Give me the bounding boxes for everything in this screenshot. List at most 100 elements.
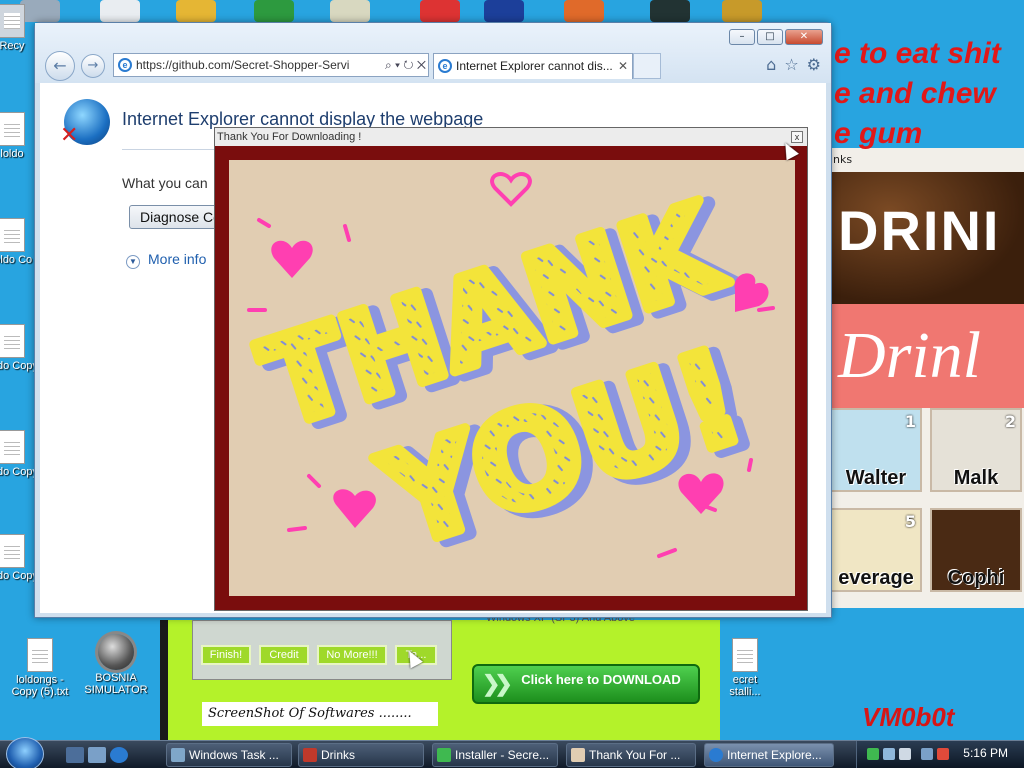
close-icon[interactable]: x [791,131,803,143]
address-controls[interactable]: ⌕ ▾ ↻ ✕ [380,54,426,76]
no-more-button[interactable]: No More!!! [317,645,387,665]
download-button[interactable]: ❯❯ Click here to DOWNLOAD [472,664,700,704]
ie-logo-icon: e [118,58,132,72]
maximize-button[interactable]: □ [757,29,783,45]
desktop-icon[interactable] [420,0,460,22]
task-manager-icon [171,748,185,762]
tab-title: Internet Explorer cannot dis... [456,59,613,73]
start-orb-button[interactable] [6,737,44,768]
drink-tile[interactable]: Cophi [930,508,1022,592]
red-text-line: e and chew [834,77,996,110]
clock[interactable]: 5:16 PM [963,746,1008,760]
desktop-icon[interactable] [254,0,294,22]
volume-muted-icon[interactable] [937,748,949,760]
taskbar-item[interactable]: Thank You For ... [566,743,696,767]
tile-number: 2 [1004,412,1016,431]
signature-text: VM0b0t [862,702,955,732]
coffee-banner: DRINI [832,172,1024,304]
desktop-icon[interactable] [722,0,762,22]
red-text-line: e to eat shit [834,37,1001,70]
drink-tile[interactable]: 2 Malk [930,408,1022,492]
pink-banner-text: Drinl [838,319,982,392]
thank-you-window[interactable]: Thank You For Downloading ! x THANK THAN… [214,127,808,611]
desktop-icon-label: loldongs - Copy (5).txt [11,674,69,698]
gear-icon[interactable]: ⚙ [807,55,821,74]
address-bar[interactable]: e https://github.com/Secret-Shopper-Serv… [113,53,429,77]
tile-label: Malk [953,467,999,489]
minimize-button[interactable]: – [729,29,755,45]
tile-number: 1 [904,412,916,431]
desktop-icon[interactable] [176,0,216,22]
heart-icon [271,240,313,278]
desktop-icon[interactable] [650,0,690,22]
desktop-icon[interactable] [484,0,524,22]
network-icon[interactable] [921,748,933,760]
switch-windows-icon[interactable] [88,747,106,763]
drinks-icon [303,748,317,762]
new-tab-button[interactable] [633,53,661,79]
download-label: Click here to DOWNLOAD [521,672,681,687]
popup-title: Thank You For Downloading ! [217,131,362,143]
back-arrow-icon[interactable]: ← [45,51,75,81]
window-controls: – □ ✕ [729,29,823,45]
ie-quicklaunch-icon[interactable] [110,747,128,763]
drinks-window[interactable]: inks DRINI Drinl 1 Walter 2 Malk 5 everage … [826,148,1024,608]
what-you-can-text: What you can [122,175,208,191]
installer-icon [437,748,451,762]
thank-you-svg: THANK THANK YOU! YOU! [242,172,777,588]
desktop-icon-label: Recy [0,40,25,52]
taskbar-item-label: Thank You For ... [589,748,681,762]
more-info-link[interactable]: ▼ More info [126,251,206,269]
show-desktop-icon[interactable] [66,747,84,763]
close-button[interactable]: ✕ [785,29,823,45]
tile-label: everage [838,567,914,589]
chevron-down-icon: ▼ [126,255,140,269]
ie-icon [709,748,723,762]
tab-active[interactable]: e Internet Explorer cannot dis... ✕ [433,53,633,79]
taskbar-item[interactable]: Windows Task ... [166,743,292,767]
desktop-icon[interactable] [564,0,604,22]
taskbar-item[interactable]: Drinks [298,743,424,767]
tray-icon[interactable] [883,748,895,760]
red-text-window: e to eat shit e and chew e gum [834,34,1024,154]
desktop-icon-label: ecret stalli... [729,674,761,698]
thank-you-artwork: THANK THANK YOU! YOU! [229,160,795,596]
error-globe-icon [60,99,110,148]
desktop-file-icon[interactable]: loldongs - Copy (5).txt [8,638,72,698]
bosnia-simulator-icon[interactable]: BOSNIA SIMULATOR [84,634,148,696]
screenshot-caption: ScreenShot Of Softwares ........ [202,702,438,726]
taskbar-item[interactable]: Installer - Secre... [432,743,558,767]
credit-button[interactable]: Credit [259,645,309,665]
tray-icon[interactable] [867,748,879,760]
desktop-icon[interactable] [330,0,370,22]
heart-icon [333,489,376,528]
address-text: https://github.com/Secret-Shopper-Servi [136,58,350,72]
forward-arrow-icon[interactable]: → [81,54,105,78]
desktop-icon-label: BOSNIA SIMULATOR [84,672,148,696]
drink-tile[interactable]: 1 Walter [830,408,922,492]
popup-title-bar: Thank You For Downloading ! x [215,128,807,146]
toolbar-icons: ⌂ ☆ ⚙ [766,55,821,74]
finish-button[interactable]: Finish! [201,645,251,665]
desktop-icon-label: loldo Copy [0,360,38,372]
taskbar-item[interactable]: Internet Explore... [704,743,834,767]
desktop-icon-label: loldo Copy [0,570,38,582]
installer-window[interactable]: Finish! Credit No More!!! Ta... Windows … [160,612,720,740]
desktop-icon-label: loldo [0,148,24,160]
heart-icon [490,172,532,207]
ie-logo-icon: e [438,59,452,73]
favorites-star-icon[interactable]: ☆ [784,55,798,74]
thank-you-icon [571,748,585,762]
more-info-label: More info [148,251,207,267]
home-icon[interactable]: ⌂ [766,55,776,74]
desktop-icon[interactable] [100,0,140,22]
desktop-file-icon[interactable]: ecret stalli... [720,638,770,698]
tab-close-icon[interactable]: ✕ [618,54,628,78]
taskbar-item-label: Installer - Secre... [455,748,550,762]
pink-banner: Drinl [832,304,1024,408]
drink-tile[interactable]: 5 everage [830,508,922,592]
banner-text: DRINI [838,199,1001,262]
tray-icon[interactable] [899,748,911,760]
taskbar-item-label: Drinks [321,748,356,762]
tile-label: Cophi [947,567,1005,589]
